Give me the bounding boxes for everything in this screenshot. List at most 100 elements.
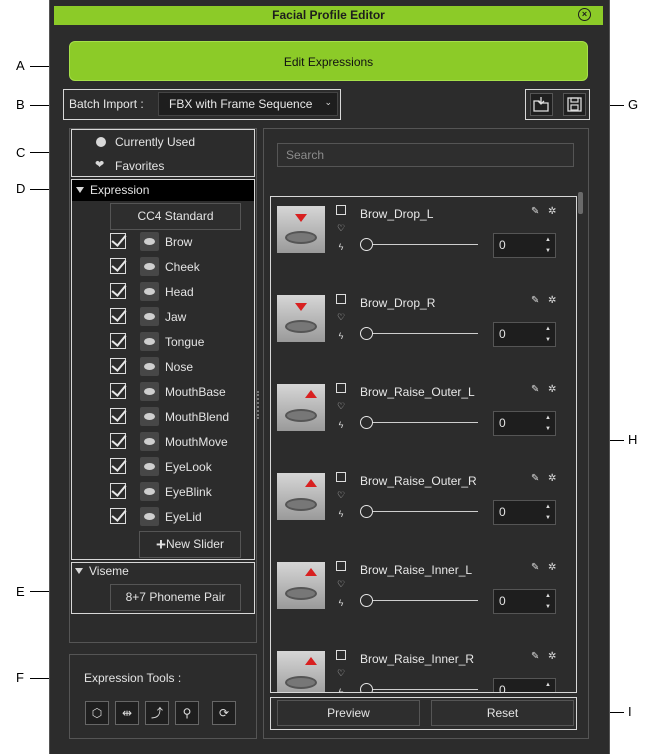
checkbox-icon[interactable] — [110, 283, 126, 299]
batch-import-select[interactable]: FBX with Frame Sequence ⌄ — [158, 92, 338, 116]
gear-icon[interactable]: ✲ — [548, 384, 556, 395]
heart-icon[interactable]: ♡ — [336, 668, 346, 678]
select-checkbox[interactable] — [336, 650, 346, 660]
mirror-tool-icon[interactable]: ⇹ — [115, 701, 139, 725]
slider-track[interactable] — [366, 600, 478, 601]
gear-icon[interactable]: ✲ — [548, 473, 556, 484]
gear-icon[interactable]: ✲ — [548, 295, 556, 306]
checkbox-icon[interactable] — [110, 508, 126, 524]
checkbox-icon[interactable] — [110, 383, 126, 399]
value-field[interactable]: 0▲▼ — [493, 678, 556, 692]
heart-icon[interactable]: ❤ — [95, 158, 104, 171]
load-profile-button[interactable] — [530, 93, 553, 116]
save-profile-button[interactable] — [563, 93, 586, 116]
slider-track[interactable] — [366, 422, 478, 423]
category-icon — [140, 407, 159, 426]
slider-track[interactable] — [366, 689, 478, 690]
radio-dot-icon[interactable] — [96, 137, 106, 147]
lightning-icon[interactable]: ϟ — [336, 242, 346, 252]
select-checkbox[interactable] — [336, 561, 346, 571]
pencil-icon[interactable]: ✎ — [531, 473, 539, 484]
select-checkbox[interactable] — [336, 205, 346, 215]
spin-up-icon[interactable]: ▲ — [545, 682, 553, 689]
gear-icon[interactable]: ✲ — [548, 562, 556, 573]
value-field[interactable]: 0▲▼ — [493, 322, 556, 347]
value-field[interactable]: 0▲▼ — [493, 500, 556, 525]
slider-track[interactable] — [366, 511, 478, 512]
viseme-header[interactable]: Viseme — [89, 564, 129, 578]
checkbox-icon[interactable] — [110, 433, 126, 449]
pencil-icon[interactable]: ✎ — [531, 651, 539, 662]
checkbox-icon[interactable] — [110, 308, 126, 324]
pencil-icon[interactable]: ✎ — [531, 295, 539, 306]
checkbox-icon[interactable] — [110, 483, 126, 499]
checkbox-icon[interactable] — [110, 233, 126, 249]
slider-knob[interactable] — [360, 594, 373, 607]
select-checkbox[interactable] — [336, 383, 346, 393]
spin-down-icon[interactable]: ▼ — [545, 515, 553, 522]
refresh-tool-icon[interactable]: ⟳ — [212, 701, 236, 725]
wand-tool-icon[interactable]: ⚲ — [175, 701, 199, 725]
collapse-triangle-icon[interactable] — [75, 568, 83, 574]
value-field[interactable]: 0▲▼ — [493, 589, 556, 614]
slider-knob[interactable] — [360, 416, 373, 429]
preview-button[interactable]: Preview — [277, 700, 420, 726]
spin-down-icon[interactable]: ▼ — [545, 604, 553, 611]
favorites-filter[interactable]: Favorites — [115, 159, 164, 173]
slider-knob[interactable] — [360, 327, 373, 340]
pencil-icon[interactable]: ✎ — [531, 384, 539, 395]
currently-used-filter[interactable]: Currently Used — [115, 135, 195, 149]
expression-header[interactable]: Expression — [72, 180, 254, 201]
heart-icon[interactable]: ♡ — [336, 490, 346, 500]
value-field[interactable]: 0▲▼ — [493, 233, 556, 258]
spin-down-icon[interactable]: ▼ — [545, 248, 553, 255]
checkbox-icon[interactable] — [110, 458, 126, 474]
edit-expressions-button[interactable]: Edit Expressions — [69, 41, 588, 81]
category-icon — [140, 257, 159, 276]
cube-tool-icon[interactable]: ⬡ — [85, 701, 109, 725]
slider-track[interactable] — [366, 333, 478, 334]
lightning-icon[interactable]: ϟ — [336, 331, 346, 341]
search-input[interactable]: Search — [277, 143, 574, 167]
spin-down-icon[interactable]: ▼ — [545, 426, 553, 433]
phoneme-pair-button[interactable]: 8+7 Phoneme Pair — [110, 584, 241, 611]
slider-knob[interactable] — [360, 238, 373, 251]
scrollbar-thumb[interactable] — [578, 192, 583, 214]
gear-icon[interactable]: ✲ — [548, 651, 556, 662]
checkbox-icon[interactable] — [110, 358, 126, 374]
arrow-up-icon — [305, 390, 317, 398]
pose-tool-icon[interactable]: ⤴ — [145, 701, 169, 725]
slider-knob[interactable] — [360, 505, 373, 518]
cc4-standard-button[interactable]: CC4 Standard — [110, 203, 241, 230]
spin-up-icon[interactable]: ▲ — [545, 415, 553, 422]
spin-up-icon[interactable]: ▲ — [545, 593, 553, 600]
lightning-icon[interactable]: ϟ — [336, 598, 346, 608]
spin-up-icon[interactable]: ▲ — [545, 326, 553, 333]
lightning-icon[interactable]: ϟ — [336, 509, 346, 519]
slider-knob[interactable] — [360, 683, 373, 692]
spin-up-icon[interactable]: ▲ — [545, 237, 553, 244]
select-checkbox[interactable] — [336, 294, 346, 304]
heart-icon[interactable]: ♡ — [336, 579, 346, 589]
pencil-icon[interactable]: ✎ — [531, 206, 539, 217]
category-icon — [140, 332, 159, 351]
checkbox-icon[interactable] — [110, 258, 126, 274]
checkbox-icon[interactable] — [110, 333, 126, 349]
select-checkbox[interactable] — [336, 472, 346, 482]
pencil-icon[interactable]: ✎ — [531, 562, 539, 573]
close-icon[interactable]: × — [578, 8, 591, 21]
heart-icon[interactable]: ♡ — [336, 312, 346, 322]
slider-track[interactable] — [366, 244, 478, 245]
gear-icon[interactable]: ✲ — [548, 206, 556, 217]
checkbox-icon[interactable] — [110, 408, 126, 424]
heart-icon[interactable]: ♡ — [336, 401, 346, 411]
spin-down-icon[interactable]: ▼ — [545, 337, 553, 344]
spin-up-icon[interactable]: ▲ — [545, 504, 553, 511]
reset-button[interactable]: Reset — [431, 700, 574, 726]
value-field[interactable]: 0▲▼ — [493, 411, 556, 436]
window-title: Facial Profile Editor — [272, 8, 385, 22]
lightning-icon[interactable]: ϟ — [336, 687, 346, 692]
heart-icon[interactable]: ♡ — [336, 223, 346, 233]
lightning-icon[interactable]: ϟ — [336, 420, 346, 430]
new-slider-button[interactable]: +New Slider — [139, 531, 241, 558]
